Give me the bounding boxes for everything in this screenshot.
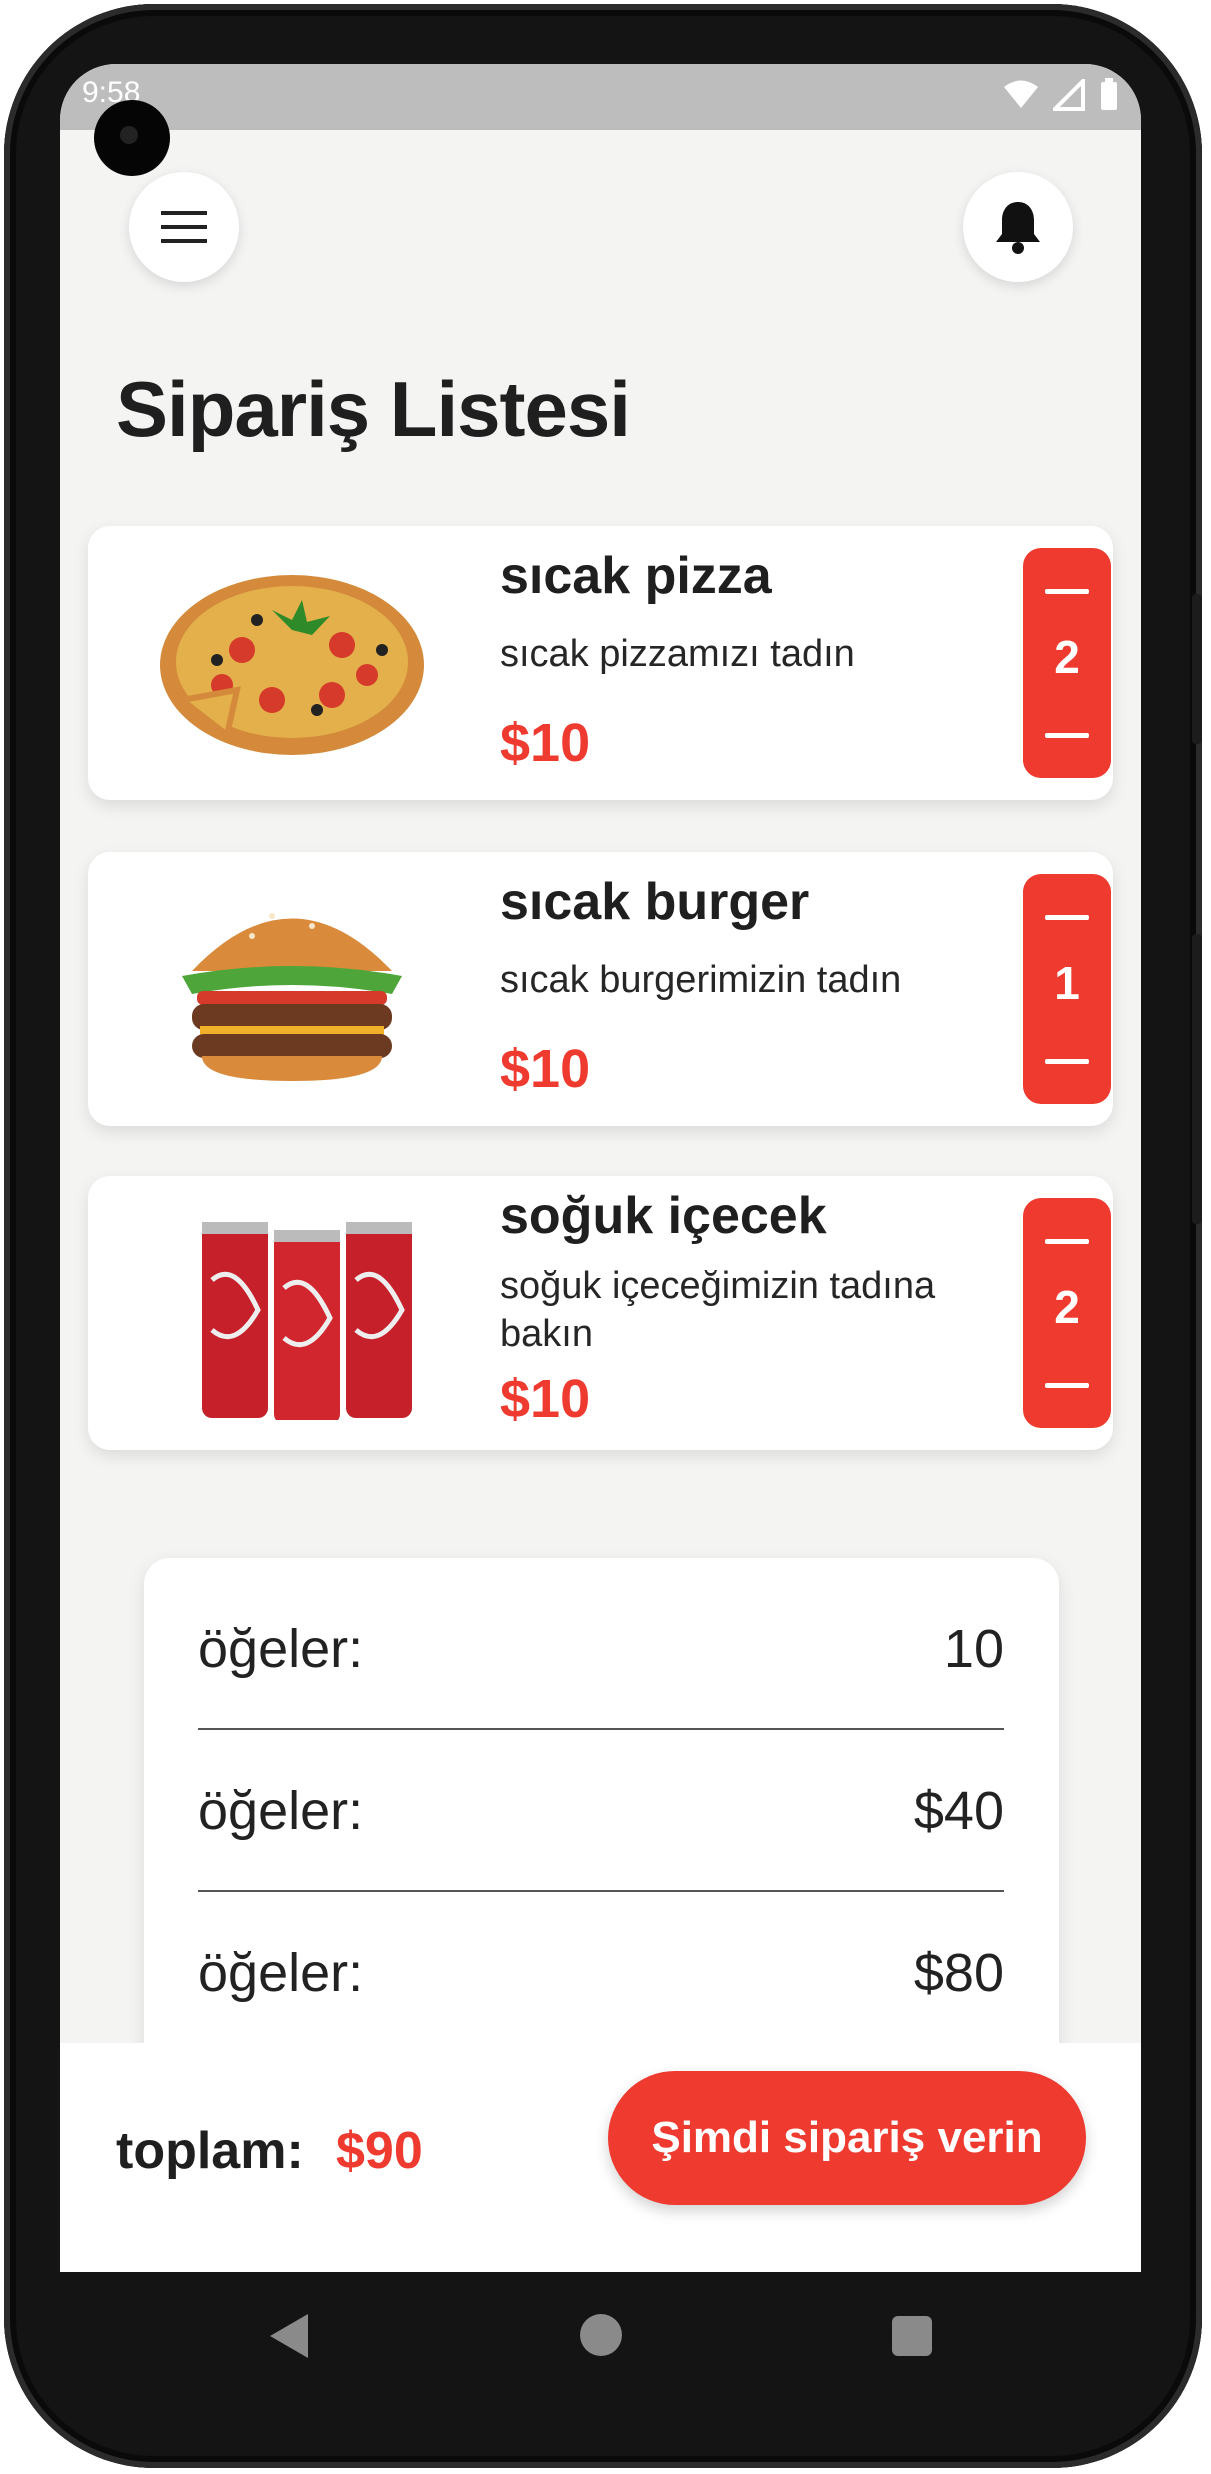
app-screen: 9:58 Sipariş Listesi sıcak pizza sıcak p… bbox=[60, 64, 1141, 2272]
status-bar: 9:58 bbox=[60, 64, 1141, 130]
recent-apps-icon[interactable] bbox=[892, 2316, 932, 2356]
quantity-value: 2 bbox=[1054, 1281, 1080, 1333]
front-camera bbox=[94, 100, 170, 176]
item-price: $10 bbox=[500, 1039, 591, 1099]
summary-row: öğeler: $80 bbox=[198, 1890, 1004, 2054]
drink-cans-image bbox=[202, 1222, 412, 1420]
total-label: toplam: bbox=[116, 2122, 304, 2180]
quantity-stepper: 2 bbox=[1023, 548, 1111, 778]
quantity-stepper: 1 bbox=[1023, 874, 1111, 1104]
summary-row: öğeler: 10 bbox=[198, 1566, 1004, 1730]
item-name: sıcak burger bbox=[500, 873, 810, 931]
item-description: sıcak pizzamızı tadın bbox=[500, 633, 855, 675]
bell-icon bbox=[996, 202, 1040, 254]
item-name: soğuk içecek bbox=[500, 1187, 827, 1245]
quantity-increase-button[interactable] bbox=[1043, 1226, 1091, 1256]
burger-image bbox=[182, 913, 402, 1081]
signal-icon bbox=[1053, 79, 1085, 111]
item-description: sıcak burgerimizin tadın bbox=[500, 959, 902, 1001]
hamburger-menu-icon bbox=[161, 211, 207, 243]
quantity-stepper: 2 bbox=[1023, 1198, 1111, 1428]
summary-value: 10 bbox=[943, 1619, 1004, 1679]
quantity-increase-button[interactable] bbox=[1043, 902, 1091, 932]
quantity-decrease-button[interactable] bbox=[1043, 1370, 1091, 1400]
summary-row: öğeler: $40 bbox=[198, 1728, 1004, 1892]
summary-label: öğeler: bbox=[198, 1619, 364, 1679]
quantity-decrease-button[interactable] bbox=[1043, 1046, 1091, 1076]
quantity-value: 2 bbox=[1054, 631, 1080, 683]
item-price: $10 bbox=[500, 1369, 591, 1429]
item-price: $10 bbox=[500, 713, 591, 773]
pizza-image bbox=[160, 575, 424, 755]
home-icon[interactable] bbox=[580, 2314, 622, 2356]
page-title: Sipariş Listesi bbox=[116, 365, 631, 453]
order-card: sıcak pizza sıcak pizzamızı tadın $10 2 bbox=[88, 526, 1113, 800]
order-card: soğuk içecek soğuk içeceğimizin tadına b… bbox=[88, 1176, 1113, 1450]
notification-button[interactable] bbox=[963, 172, 1073, 282]
summary-label: öğeler: bbox=[198, 1943, 364, 2003]
summary-value: $80 bbox=[913, 1943, 1004, 2003]
order-card: sıcak burger sıcak burgerimizin tadın $1… bbox=[88, 852, 1113, 1126]
menu-button[interactable] bbox=[129, 172, 239, 282]
summary-label: öğeler: bbox=[198, 1781, 364, 1841]
power-button bbox=[1192, 594, 1202, 744]
wifi-icon bbox=[1004, 80, 1038, 108]
item-description: soğuk içeceğimizin tadına bakın bbox=[500, 1265, 936, 1355]
battery-icon bbox=[1101, 78, 1117, 110]
system-navigation-bar bbox=[60, 2272, 1141, 2402]
quantity-value: 1 bbox=[1054, 957, 1080, 1009]
summary-value: $40 bbox=[913, 1781, 1004, 1841]
quantity-decrease-button[interactable] bbox=[1043, 720, 1091, 750]
checkout-bar: toplam: $90 Şimdi sipariş verin bbox=[60, 2043, 1141, 2272]
place-order-button[interactable]: Şimdi sipariş verin bbox=[608, 2071, 1086, 2205]
item-name: sıcak pizza bbox=[500, 547, 772, 605]
volume-button bbox=[1192, 934, 1202, 1224]
back-icon[interactable] bbox=[270, 2314, 308, 2358]
status-icons bbox=[1003, 78, 1119, 112]
quantity-increase-button[interactable] bbox=[1043, 576, 1091, 606]
total-value: $90 bbox=[336, 2122, 423, 2180]
